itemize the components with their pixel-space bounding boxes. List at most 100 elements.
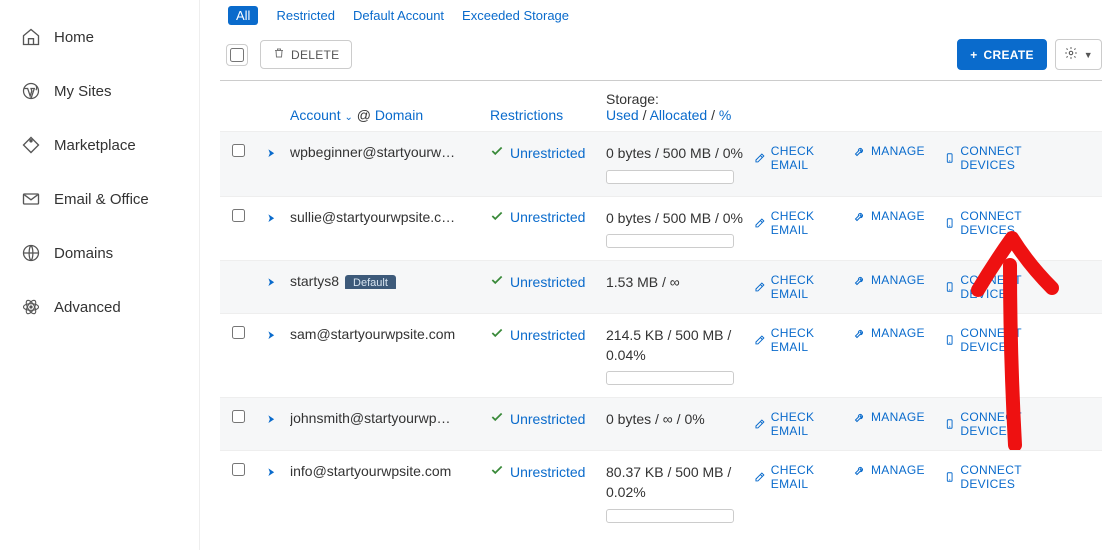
col-account[interactable]: Account ⌄ @ Domain: [290, 107, 490, 123]
manage-action[interactable]: MANAGE: [854, 410, 925, 424]
account-email: wpbeginner@startyourw…: [290, 144, 490, 160]
col-restrictions[interactable]: Restrictions: [490, 107, 606, 123]
check-email-action-label: CHECK EMAIL: [771, 463, 854, 491]
sidebar-item-advanced[interactable]: Advanced: [0, 280, 199, 334]
check-email-action[interactable]: CHECK EMAIL: [754, 209, 854, 237]
restriction-value[interactable]: Unrestricted: [510, 209, 585, 225]
storage-cell: 0 bytes / 500 MB / 0%: [606, 209, 754, 249]
check-email-action[interactable]: CHECK EMAIL: [754, 463, 854, 491]
row-checkbox[interactable]: [232, 326, 245, 339]
sidebar-item-email[interactable]: Email & Office: [0, 172, 199, 226]
storage-cell: 0 bytes / ∞ / 0%: [606, 410, 754, 430]
expand-chevron-icon[interactable]: ➤: [268, 326, 275, 342]
restriction-value[interactable]: Unrestricted: [510, 464, 585, 480]
delete-button[interactable]: DELETE: [260, 40, 352, 69]
row-checkbox[interactable]: [232, 463, 245, 476]
check-icon: [490, 410, 504, 427]
restriction-cell: Unrestricted: [490, 144, 606, 161]
sidebar-item-mysites[interactable]: My Sites: [0, 64, 199, 118]
table-row: ➤startys8DefaultUnrestricted1.53 MB / ∞C…: [220, 260, 1102, 313]
sidebar-item-label: My Sites: [54, 83, 112, 100]
connect-devices-action[interactable]: CONNECT DEVICES: [944, 463, 1074, 491]
manage-action-label: MANAGE: [871, 209, 925, 223]
filter-tabs: All Restricted Default Account Exceeded …: [220, 0, 1102, 35]
row-checkbox[interactable]: [232, 410, 245, 423]
check-email-action[interactable]: CHECK EMAIL: [754, 326, 854, 354]
connect-devices-action-label: CONNECT DEVICES: [960, 410, 1074, 438]
connect-devices-action-label: CONNECT DEVICES: [960, 209, 1074, 237]
check-email-action[interactable]: CHECK EMAIL: [754, 144, 854, 172]
sidebar-item-domains[interactable]: Domains: [0, 226, 199, 280]
filter-restricted[interactable]: Restricted: [276, 8, 335, 23]
expand-chevron-icon[interactable]: ➤: [268, 410, 275, 426]
manage-action[interactable]: MANAGE: [854, 463, 925, 477]
manage-action[interactable]: MANAGE: [854, 326, 925, 340]
atom-icon: [20, 296, 42, 318]
check-email-action-label: CHECK EMAIL: [771, 410, 854, 438]
check-icon: [490, 463, 504, 480]
col-storage-allocated[interactable]: Allocated: [650, 107, 708, 123]
sidebar-item-label: Home: [54, 29, 94, 46]
select-all-checkbox[interactable]: [226, 44, 248, 66]
manage-action[interactable]: MANAGE: [854, 144, 925, 158]
settings-button[interactable]: ▼: [1055, 39, 1102, 70]
manage-action-label: MANAGE: [871, 410, 925, 424]
default-badge: Default: [345, 275, 396, 289]
connect-devices-action-label: CONNECT DEVICES: [960, 463, 1074, 491]
mail-icon: [20, 188, 42, 210]
connect-devices-action[interactable]: CONNECT DEVICES: [944, 144, 1074, 172]
caret-down-icon: ▼: [1084, 50, 1093, 60]
restriction-cell: Unrestricted: [490, 273, 606, 290]
table-row: ➤info@startyourwpsite.comUnrestricted80.…: [220, 450, 1102, 534]
sidebar-item-home[interactable]: Home: [0, 10, 199, 64]
restriction-value[interactable]: Unrestricted: [510, 274, 585, 290]
table-row: ➤ sullie@startyourwpsite.c… Unrestricted 0 …: [220, 196, 1102, 261]
restriction-value[interactable]: Unrestricted: [510, 145, 585, 161]
manage-action[interactable]: MANAGE: [854, 209, 925, 223]
expand-chevron-icon[interactable]: ➤: [268, 209, 275, 225]
check-email-action[interactable]: CHECK EMAIL: [754, 410, 854, 438]
expand-chevron-icon[interactable]: ➤: [268, 144, 275, 160]
connect-devices-action[interactable]: CONNECT DEVICES: [944, 326, 1074, 354]
create-button[interactable]: + CREATE: [957, 39, 1047, 70]
account-email: sullie@startyourwpsite.c…: [290, 209, 490, 225]
main-panel: All Restricted Default Account Exceeded …: [200, 0, 1116, 550]
col-storage-used[interactable]: Used: [606, 107, 639, 123]
sidebar-item-marketplace[interactable]: Marketplace: [0, 118, 199, 172]
table-row: ➤sam@startyourwpsite.comUnrestricted214.…: [220, 313, 1102, 397]
sort-caret-icon: ⌄: [344, 112, 352, 123]
connect-devices-action[interactable]: CONNECT DEVICES: [944, 209, 1074, 237]
restriction-value[interactable]: Unrestricted: [510, 411, 585, 427]
connect-devices-action[interactable]: CONNECT DEVICES: [944, 273, 1074, 301]
row-checkbox[interactable]: [232, 144, 245, 157]
check-email-action-label: CHECK EMAIL: [771, 273, 854, 301]
storage-bar: [606, 170, 734, 184]
account-email: johnsmith@startyourwp…: [290, 410, 490, 426]
filter-default-account[interactable]: Default Account: [353, 8, 444, 23]
expand-chevron-icon[interactable]: ➤: [268, 463, 275, 479]
table-header: Account ⌄ @ Domain Restrictions Storage:…: [220, 81, 1102, 131]
col-storage-percent[interactable]: %: [719, 107, 731, 123]
col-storage: Storage: Used / Allocated / %: [606, 91, 754, 123]
sidebar-item-label: Advanced: [54, 299, 121, 316]
restriction-value[interactable]: Unrestricted: [510, 327, 585, 343]
home-icon: [20, 26, 42, 48]
plus-icon: +: [970, 48, 977, 62]
check-icon: [490, 209, 504, 226]
storage-bar: [606, 371, 734, 385]
filter-exceeded-storage[interactable]: Exceeded Storage: [462, 8, 569, 23]
check-email-action[interactable]: CHECK EMAIL: [754, 273, 854, 301]
gear-icon: [1064, 46, 1078, 63]
account-email: startys8Default: [290, 273, 490, 289]
manage-action-label: MANAGE: [871, 463, 925, 477]
manage-action-label: MANAGE: [871, 326, 925, 340]
table-body: ➤ wpbeginner@startyourw… Unrestricted 0 byt…: [220, 131, 1102, 535]
expand-chevron-icon[interactable]: ➤: [268, 273, 275, 289]
filter-all[interactable]: All: [228, 6, 258, 25]
connect-devices-action[interactable]: CONNECT DEVICES: [944, 410, 1074, 438]
manage-action[interactable]: MANAGE: [854, 273, 925, 287]
connect-devices-action-label: CONNECT DEVICES: [960, 144, 1074, 172]
connect-devices-action-label: CONNECT DEVICES: [960, 326, 1074, 354]
restriction-cell: Unrestricted: [490, 410, 606, 427]
row-checkbox[interactable]: [232, 209, 245, 222]
